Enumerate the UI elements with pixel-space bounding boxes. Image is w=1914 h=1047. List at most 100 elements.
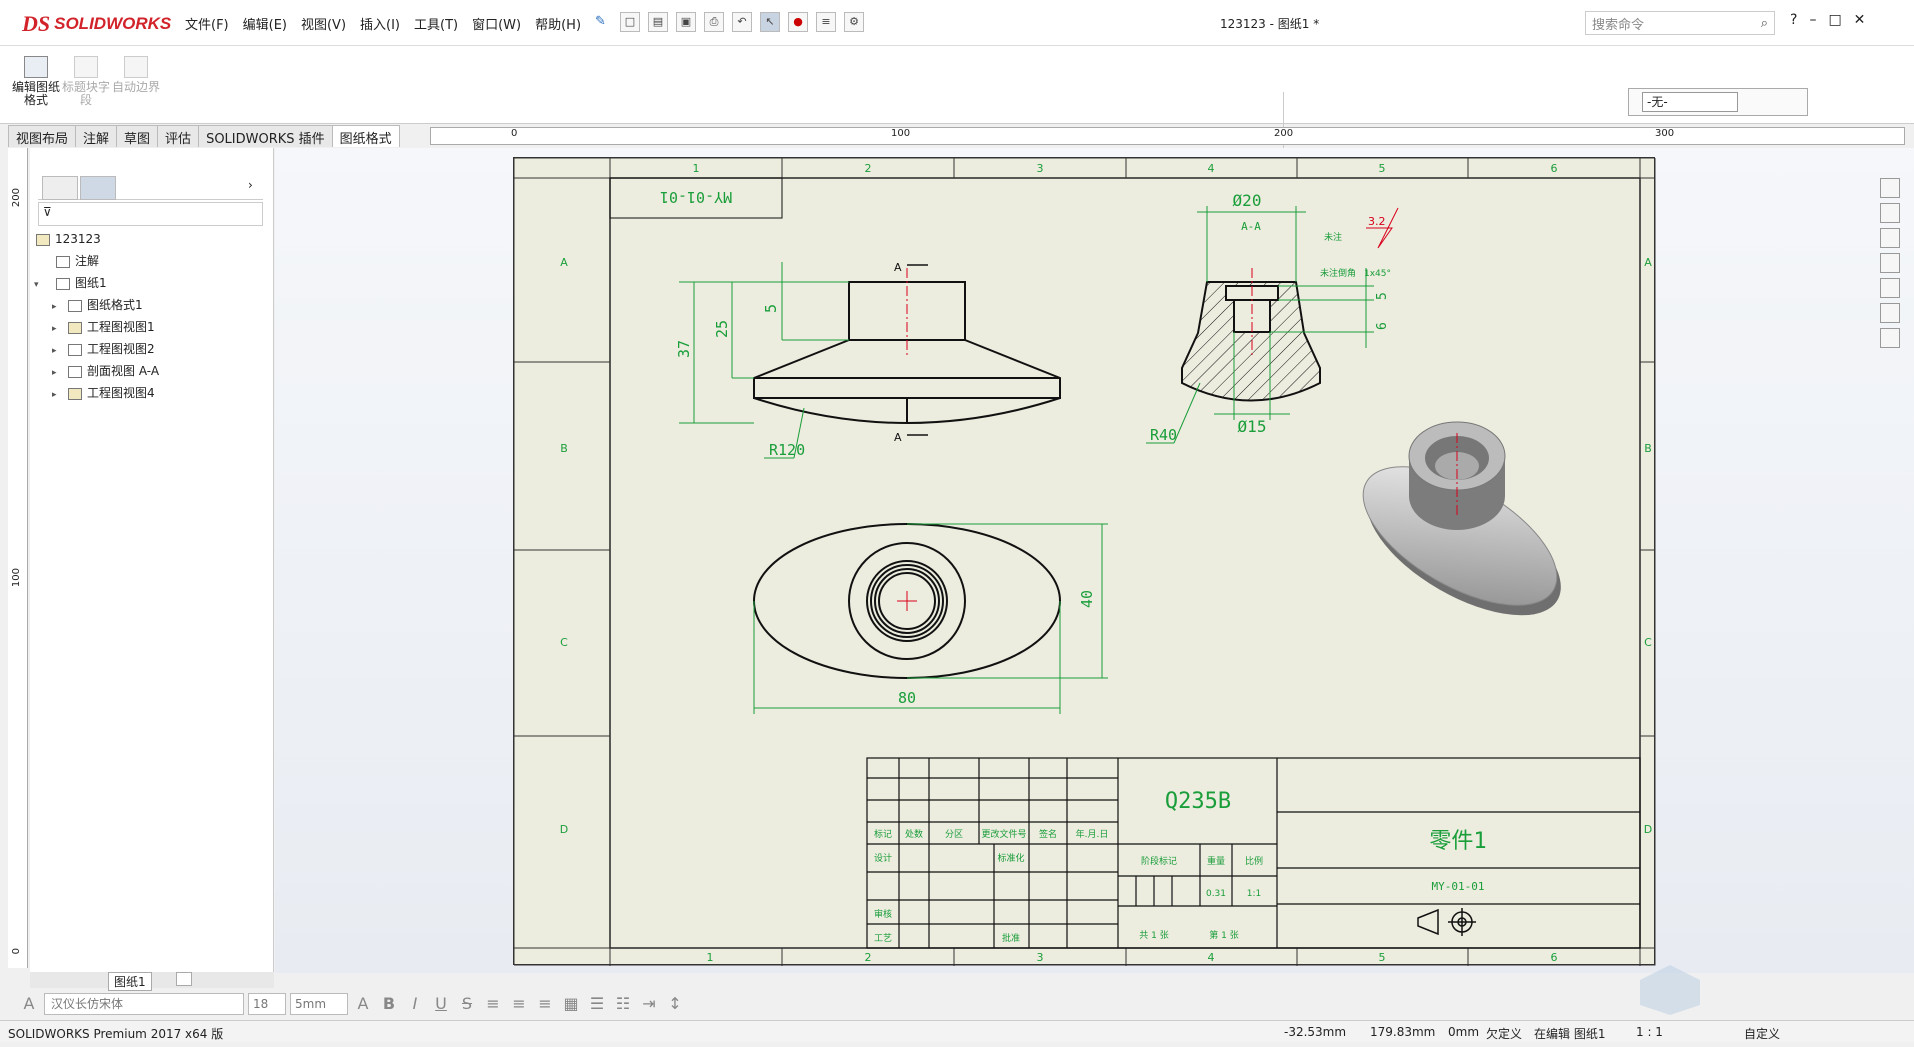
search-icon[interactable]: ⌕ (1761, 16, 1768, 31)
align-left-icon[interactable]: ≡ (482, 993, 504, 1015)
file-explorer-icon[interactable] (1880, 253, 1900, 273)
add-sheet-icon[interactable] (176, 972, 192, 986)
tb-label: 标记 (874, 828, 892, 840)
command-manager: 编辑图纸格式 标题块字段 自动边界 -无- (0, 46, 1914, 170)
maximize-icon[interactable]: □ (1828, 12, 1841, 28)
part-number-upside-down: MY-01-01 (660, 188, 732, 206)
open-icon[interactable]: ▤ (648, 12, 668, 32)
expand-arrow-icon[interactable]: ▸ (52, 296, 62, 318)
tree-root[interactable]: 123123 (30, 228, 270, 250)
feature-manager-tab[interactable] (42, 176, 78, 200)
font-height-select[interactable]: 5mm (290, 993, 348, 1015)
tab-evaluate[interactable]: 评估 (157, 125, 200, 147)
close-icon[interactable]: ✕ (1854, 12, 1866, 28)
menu-tools[interactable]: 工具(T) (414, 14, 458, 33)
note-chamfer: 未注倒角 (1320, 267, 1356, 279)
numbering-icon[interactable]: ☷ (612, 993, 634, 1015)
auto-border-button[interactable]: 自动边界 (112, 56, 160, 94)
zone-col-label: 1 (707, 951, 714, 964)
panel-tabs: › (38, 174, 263, 200)
expand-arrow-icon[interactable]: ▸ (52, 384, 62, 406)
expand-arrow-icon[interactable]: ▾ (34, 274, 44, 296)
menu-view[interactable]: 视图(V) (301, 14, 346, 33)
resources-icon[interactable] (1880, 203, 1900, 223)
font-style-icon[interactable]: A (18, 993, 40, 1015)
tree-item-label: 工程图视图4 (87, 386, 155, 400)
zone-col-label: 6 (1551, 951, 1558, 964)
tree-item-annotations[interactable]: 注解 (30, 250, 270, 272)
property-manager-tab[interactable] (80, 176, 116, 200)
underline-icon[interactable]: U (430, 993, 452, 1015)
tree-item-view1[interactable]: ▸ 工程图视图1 (30, 316, 270, 338)
ruler-mark: 200 (11, 188, 22, 208)
zone-col-label: 5 (1379, 951, 1386, 964)
appearances-icon[interactable] (1880, 278, 1900, 298)
line-spacing-icon[interactable]: ↕ (664, 993, 686, 1015)
indent-icon[interactable]: ⇥ (638, 993, 660, 1015)
font-name-select[interactable]: 汉仪长仿宋体 (44, 993, 244, 1015)
sheet-tab[interactable]: 图纸1 (108, 972, 152, 991)
zone-col-label: 3 (1037, 162, 1044, 175)
forum-icon[interactable] (1880, 328, 1900, 348)
align-right-icon[interactable]: ≡ (534, 993, 556, 1015)
help-icon[interactable]: ? (1790, 12, 1797, 28)
print-icon[interactable]: ⎙ (704, 12, 724, 32)
traffic-light-icon[interactable]: ● (788, 12, 808, 32)
minimize-icon[interactable]: – (1809, 12, 1816, 28)
menu-help[interactable]: 帮助(H) (535, 14, 581, 33)
tree-filter[interactable]: ⊽ (38, 202, 263, 226)
italic-icon[interactable]: I (404, 993, 426, 1015)
select-icon[interactable]: ↖ (760, 12, 780, 32)
home-icon[interactable] (1880, 178, 1900, 198)
menu-insert[interactable]: 插入(I) (360, 14, 400, 33)
unit-system[interactable]: 自定义 (1744, 1025, 1780, 1042)
tb-material: Q235B (1165, 789, 1231, 814)
expand-arrow-icon[interactable]: ▸ (52, 340, 62, 362)
file-properties-icon[interactable]: ≡ (816, 12, 836, 32)
save-icon[interactable]: ▣ (676, 12, 696, 32)
tree-item-sheet[interactable]: ▾ 图纸1 (30, 272, 270, 294)
tree-item-view4[interactable]: ▸ 工程图视图4 (30, 382, 270, 404)
search-input[interactable]: 搜索命令 ⌕ (1585, 11, 1775, 35)
drawing-sheet[interactable]: 1 2 3 4 5 6 1 2 3 4 5 6 A B C D A B C D … (513, 157, 1656, 966)
sheet-scale[interactable]: 1 : 1 (1636, 1025, 1663, 1039)
strikethrough-icon[interactable]: S (456, 993, 478, 1015)
bold-icon[interactable]: B (378, 993, 400, 1015)
table-icon[interactable]: ▦ (560, 993, 582, 1015)
tree-item-view2[interactable]: ▸ 工程图视图2 (30, 338, 270, 360)
options-gear-icon[interactable]: ⚙ (844, 12, 864, 32)
tab-annotation[interactable]: 注解 (75, 125, 118, 147)
pin-icon[interactable]: ✎ (595, 14, 606, 33)
chevron-right-icon[interactable]: › (248, 178, 253, 192)
menu-file[interactable]: 文件(F) (185, 14, 229, 33)
expand-arrow-icon[interactable]: ▸ (52, 362, 62, 384)
menu-window[interactable]: 窗口(W) (472, 14, 521, 33)
solidworks-logo[interactable]: DS SOLIDWORKS (22, 9, 171, 39)
feature-manager-panel: › ⊽ 123123 注解 ▾ 图纸1 ▸ 图纸格式1 ▸ 工程图视图1 ▸ 工程图视图… (30, 148, 274, 973)
tab-sketch[interactable]: 草图 (116, 125, 159, 147)
annotation-icon (56, 255, 70, 268)
text-color-icon[interactable]: A (352, 993, 374, 1015)
tab-view-layout[interactable]: 视图布局 (8, 125, 77, 147)
note-unspecified: 未注 (1324, 231, 1342, 243)
bullets-icon[interactable]: ☰ (586, 993, 608, 1015)
font-size-select[interactable]: 18 (248, 993, 286, 1015)
expand-arrow-icon[interactable]: ▸ (52, 318, 62, 340)
undo-icon[interactable]: ↶ (732, 12, 752, 32)
tab-addins[interactable]: SOLIDWORKS 插件 (198, 125, 333, 147)
custom-properties-icon[interactable] (1880, 303, 1900, 323)
tree-item-section-view[interactable]: ▸ 剖面视图 A-A (30, 360, 270, 382)
isometric-view[interactable] (1341, 421, 1582, 643)
tree-item-sheet-format[interactable]: ▸ 图纸格式1 (30, 294, 270, 316)
configuration-select[interactable]: -无- (1642, 92, 1738, 112)
front-view[interactable] (753, 281, 1061, 424)
menu-edit[interactable]: 编辑(E) (243, 14, 287, 33)
design-library-icon[interactable] (1880, 228, 1900, 248)
align-center-icon[interactable]: ≡ (508, 993, 530, 1015)
tab-sheet-format[interactable]: 图纸格式 (331, 125, 400, 147)
title-block[interactable] (866, 757, 1641, 949)
projection-symbol-icon (1417, 908, 1476, 936)
edit-sheet-format-button[interactable]: 编辑图纸格式 (12, 56, 60, 107)
title-block-fields-button[interactable]: 标题块字段 (62, 56, 110, 107)
new-document-icon[interactable]: □ (620, 12, 640, 32)
